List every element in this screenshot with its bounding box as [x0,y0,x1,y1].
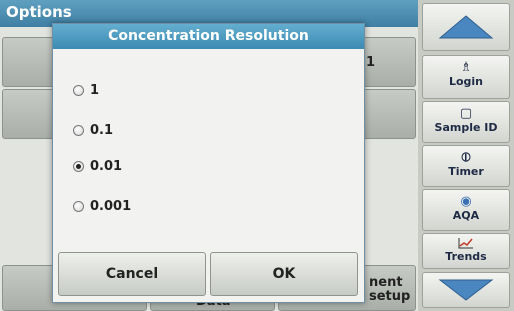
resolution-option-label: 0.1 [90,122,114,138]
radio-button[interactable] [73,200,84,212]
sample-id-label: Sample ID [434,121,498,134]
resolution-option-0.1[interactable]: 0.1 [73,120,113,140]
arrow-up-icon [438,15,494,39]
sample-vial-icon: ▢ [459,106,473,121]
sidebar: ♗ Login ▢ Sample ID ⦶ Timer ◉ AQA Trends [418,0,514,311]
resolution-option-1[interactable]: 1 [73,80,99,100]
scroll-up-button[interactable] [422,3,510,51]
resolution-option-label: 0.001 [90,198,132,214]
timer-icon: ⦶ [461,150,471,165]
login-button[interactable]: ♗ Login [422,55,510,99]
trends-label: Trends [445,250,487,263]
ok-button[interactable]: OK [210,252,358,296]
arrow-down-icon [438,279,494,301]
person-icon: ♗ [460,60,472,75]
trends-chart-icon [458,238,473,249]
trends-button[interactable]: Trends [422,233,510,269]
login-label: Login [448,75,484,88]
radio-button[interactable] [73,84,84,96]
background-button-text: 1 [366,55,376,70]
dialog-title: Concentration Resolution [108,28,309,44]
cancel-label: Cancel [105,266,159,282]
radio-button-selected[interactable] [73,160,84,172]
resolution-option-0.01[interactable]: 0.01 [73,156,122,176]
timer-label: Timer [448,165,484,178]
aqa-label: AQA [452,209,480,222]
aqa-icon: ◉ [460,194,472,209]
timer-button[interactable]: ⦶ Timer [422,145,510,187]
resolution-option-0.001[interactable]: 0.001 [73,196,131,216]
screen-title: Options [6,3,72,21]
concentration-resolution-dialog: Concentration Resolution 1 0.1 0.01 0.00… [52,23,365,303]
radio-button[interactable] [73,124,84,136]
aqa-button[interactable]: ◉ AQA [422,189,510,231]
cancel-button[interactable]: Cancel [58,252,206,296]
background-button-text: nent setup [369,275,411,304]
sample-id-button[interactable]: ▢ Sample ID [422,101,510,143]
scroll-down-button[interactable] [422,272,510,308]
ok-label: OK [272,266,296,282]
dialog-header: Concentration Resolution [53,24,364,49]
resolution-option-label: 0.01 [90,158,123,174]
resolution-option-label: 1 [90,82,100,98]
